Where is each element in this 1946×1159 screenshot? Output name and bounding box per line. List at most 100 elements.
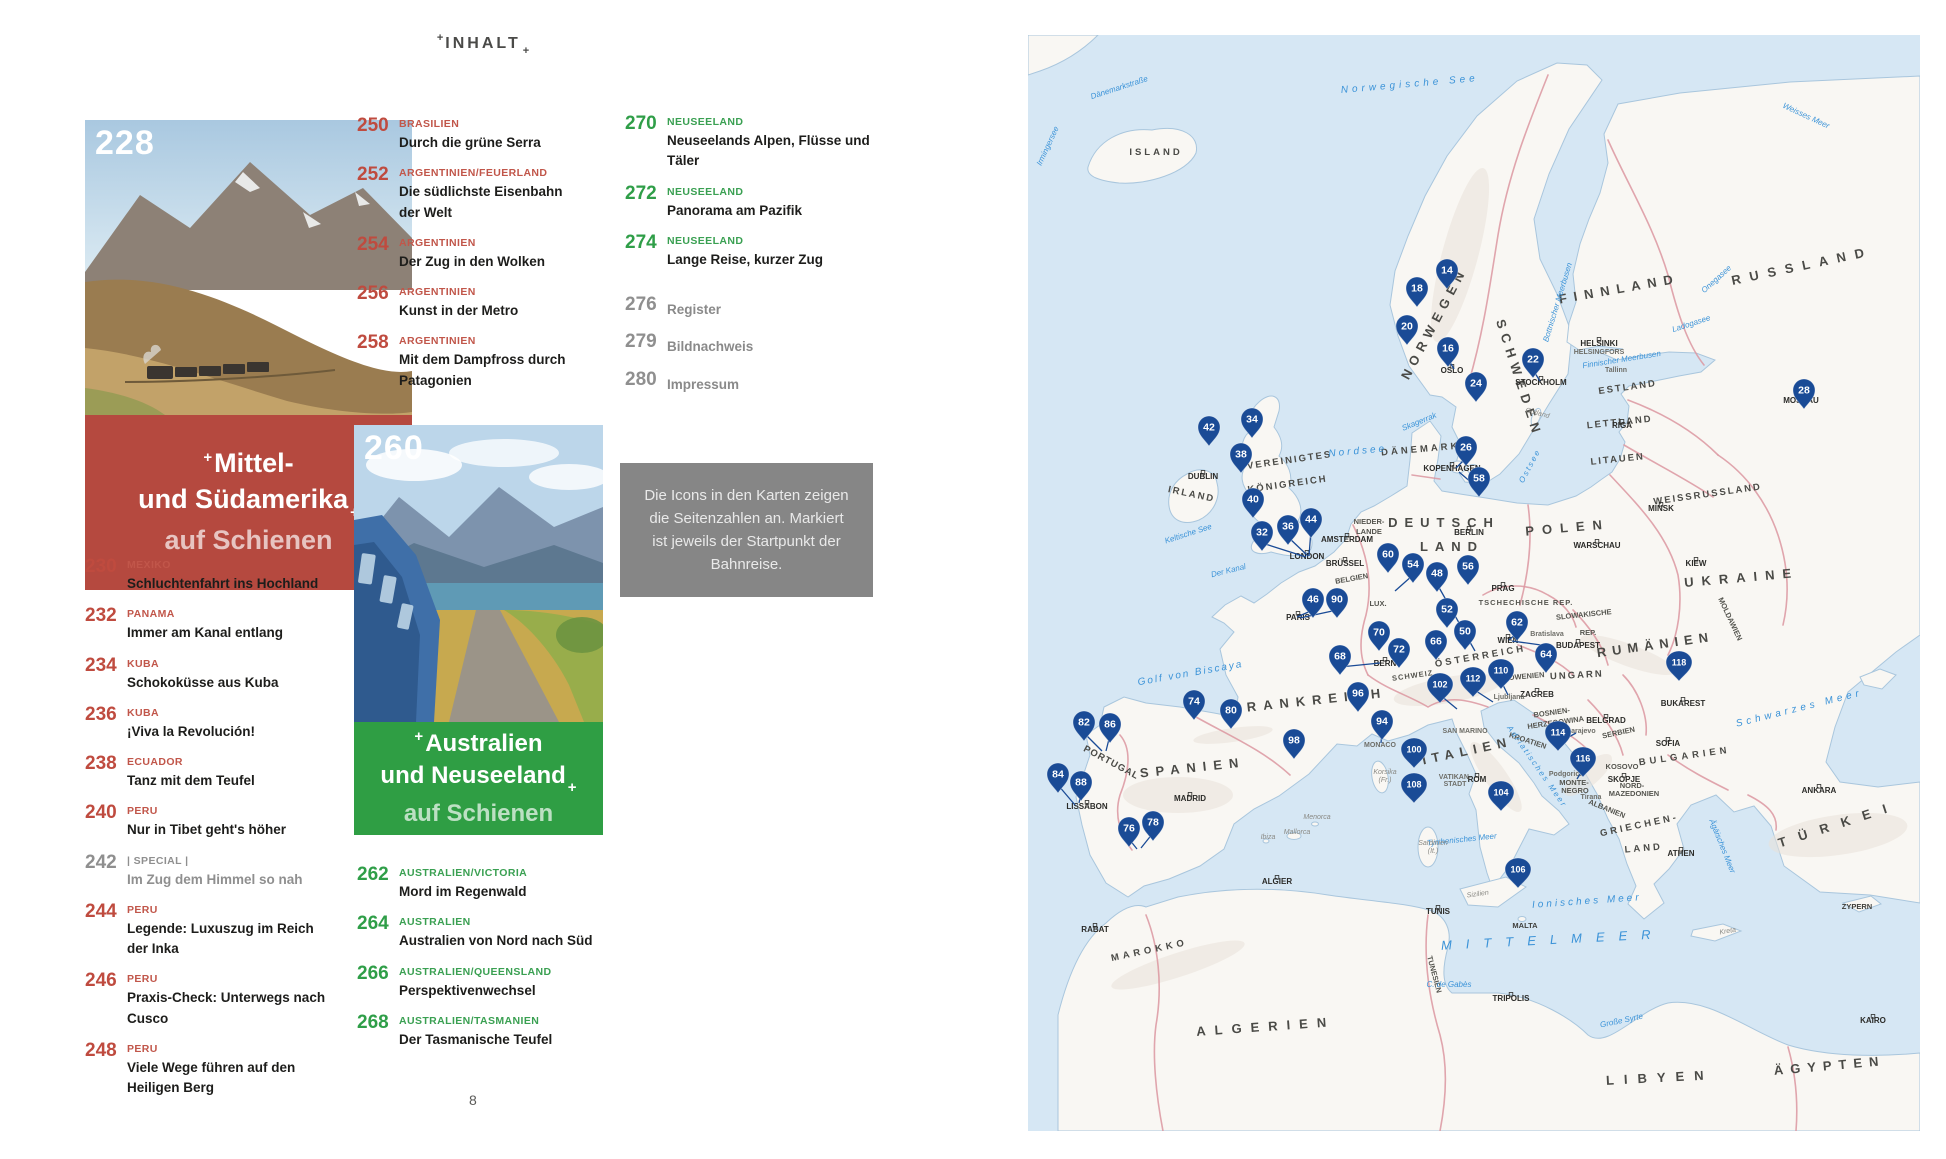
map-pin-number: 16: [1442, 343, 1454, 355]
city-label: KIEW: [1686, 559, 1707, 568]
photo-oceania-art: [354, 425, 603, 722]
toc-entry-body: ARGENTINIEN Kunst in der Metro: [399, 283, 518, 321]
toc-entry-body: ARGENTINIEN Mit dem Dampfross durchPatago…: [399, 332, 566, 391]
photo-oceania: 260: [354, 425, 603, 722]
toc-entry-title: Schluchtenfahrt ins Hochland: [127, 574, 318, 594]
city-label: STOCKHOLM: [1515, 378, 1567, 387]
map-pin-number: 36: [1282, 521, 1294, 533]
toc-entry-category: AUSTRALIEN/TASMANIEN: [399, 1015, 552, 1027]
country-label: MAZEDONIEN: [1609, 789, 1659, 798]
city-label: TRIPOLIS: [1493, 994, 1531, 1003]
island-label: Korsika: [1373, 769, 1396, 776]
toc-entry: 276Register: [625, 294, 887, 320]
toc-entry-title: Neuseelands Alpen, Flüsse undTäler: [667, 131, 870, 172]
map-pin-number: 34: [1246, 414, 1258, 426]
toc-entry-category: NEUSEELAND: [667, 235, 823, 247]
map-pin-number: 14: [1441, 265, 1453, 277]
city-label: BUDAPEST: [1556, 641, 1600, 650]
country-label: REP.: [1580, 628, 1597, 637]
map-pin-number: 44: [1305, 514, 1317, 526]
map-pin-number: 108: [1406, 780, 1421, 790]
city-label: BELGRAD: [1586, 716, 1626, 725]
city-label: AMSTERDAM: [1321, 535, 1373, 544]
toc-entry-body: PERUViele Wege führen auf denHeiligen Be…: [127, 1040, 295, 1099]
map-pin-number: 106: [1510, 865, 1525, 875]
toc-column-americas: 230MEXIKOSchluchtenfahrt ins Hochland 232…: [85, 556, 347, 1109]
map-pin-number: 84: [1052, 769, 1064, 781]
map-pin-number: 100: [1406, 745, 1421, 755]
city-label: KAIRO: [1860, 1016, 1886, 1025]
toc-entry-number: 250: [357, 115, 399, 153]
toc-entry-title: Bildnachweis: [667, 334, 753, 357]
toc-entry-category: KUBA: [127, 658, 279, 670]
toc-entry: 252ARGENTINIEN/FEUERLANDDie südlichste E…: [357, 164, 619, 223]
map-pin-number: 80: [1225, 705, 1237, 717]
city-label: HELSINKI: [1580, 339, 1617, 348]
toc-entry-title: Kunst in der Metro: [399, 301, 518, 321]
map-pin-number: 56: [1462, 561, 1474, 573]
city-label: MINSK: [1648, 504, 1674, 513]
toc-entry: 232PANAMAImmer am Kanal entlang: [85, 605, 347, 643]
section-box-line: auf Schienen: [354, 798, 603, 830]
map-pin-number: 114: [1551, 728, 1566, 738]
toc-entry-number: 230: [85, 556, 127, 594]
toc-column-newzealand: 270NEUSEELANDNeuseelands Alpen, Flüsse u…: [625, 113, 887, 406]
city-label: Ljubljana: [1494, 694, 1525, 701]
toc-entry-category: ARGENTINIEN: [399, 335, 566, 347]
island-label: Mallorca: [1284, 829, 1311, 836]
map-pin-number: 104: [1493, 788, 1508, 798]
toc-entry-title: ¡Viva la Revolución!: [127, 722, 255, 742]
toc-entry-title: Der Zug in den Wolken: [399, 252, 545, 272]
toc-entry-body: PERUPraxis-Check: Unterwegs nachCusco: [127, 970, 325, 1029]
toc-column-south-america: 250BRASILIENDurch die grüne Serra252ARGE…: [357, 115, 619, 402]
toc-entry: 230MEXIKOSchluchtenfahrt ins Hochland: [85, 556, 347, 594]
toc-entry-number: 279: [625, 331, 667, 357]
toc-entry-body: | SPECIAL |Im Zug dem Himmel so nah: [127, 852, 303, 890]
city-label: STADT: [1444, 781, 1468, 788]
island-label: Sardinien: [1418, 840, 1448, 847]
toc-entry-category: PERU: [127, 904, 314, 916]
island-label: Ibiza: [1261, 834, 1276, 841]
toc-entry-body: PERULegende: Luxuszug im Reichder Inka: [127, 901, 314, 960]
toc-entry-body: NEUSEELANDPanorama am Pazifik: [667, 183, 802, 221]
toc-entry-number: 246: [85, 970, 127, 1029]
toc-entry-number: 266: [357, 963, 399, 1001]
section-box-line: Australien: [414, 730, 542, 757]
toc-entry-title: Mit dem Dampfross durchPatagonien: [399, 350, 566, 391]
photo-page-number: 228: [95, 124, 155, 163]
toc-entry-number: 262: [357, 864, 399, 902]
toc-entry-title: Viele Wege führen auf denHeiligen Berg: [127, 1058, 295, 1099]
toc-entry-title: Der Tasmanische Teufel: [399, 1030, 552, 1050]
toc-entry-body: PANAMAImmer am Kanal entlang: [127, 605, 283, 643]
island-label: ZYPERN: [1842, 902, 1872, 911]
toc-entry-category: | SPECIAL |: [127, 855, 303, 867]
toc-entry-category: PERU: [127, 805, 286, 817]
toc-entry-category: PANAMA: [127, 608, 283, 620]
toc-entry-body: AUSTRALIEN/QUEENSLANDPerspektivenwechsel: [399, 963, 552, 1001]
map-pin-number: 118: [1672, 658, 1687, 668]
map-pin-number: 20: [1401, 321, 1413, 333]
city-label: DUBLIN: [1188, 472, 1218, 481]
map-pin-number: 62: [1511, 617, 1523, 629]
toc-entry-number: 248: [85, 1040, 127, 1099]
toc-entry-number: 244: [85, 901, 127, 960]
map-pin-number: 52: [1441, 604, 1453, 616]
island-label: (It.): [1428, 848, 1439, 855]
toc-entry-title: Tanz mit dem Teufel: [127, 771, 255, 791]
toc-entry: 268AUSTRALIEN/TASMANIENDer Tasmanische T…: [357, 1012, 627, 1050]
toc-entry-body: Bildnachweis: [667, 331, 753, 357]
toc-entry: 246PERUPraxis-Check: Unterwegs nachCusco: [85, 970, 347, 1029]
toc-entry-number: 274: [625, 232, 667, 270]
city-label: VATIKAN-: [1439, 774, 1472, 781]
island-label: MALTA: [1512, 921, 1538, 930]
section-box-line: und Südamerika: [138, 484, 359, 514]
europe-map-svg: ISLANDNORWEGENSCHWEDENFINNLANDRUSSLANDES…: [1028, 35, 1920, 1131]
map-pin-number: 48: [1431, 568, 1443, 580]
toc-entry: 262AUSTRALIEN/VICTORIAMord im Regenwald: [357, 864, 627, 902]
toc-column-australia: 262AUSTRALIEN/VICTORIAMord im Regenwald2…: [357, 864, 627, 1061]
toc-entry-category: ARGENTINIEN: [399, 286, 518, 298]
map-pin-number: 40: [1247, 494, 1259, 506]
toc-entry: 242| SPECIAL |Im Zug dem Himmel so nah: [85, 852, 347, 890]
toc-entry-title: Lange Reise, kurzer Zug: [667, 250, 823, 270]
toc-entry: 256ARGENTINIENKunst in der Metro: [357, 283, 619, 321]
